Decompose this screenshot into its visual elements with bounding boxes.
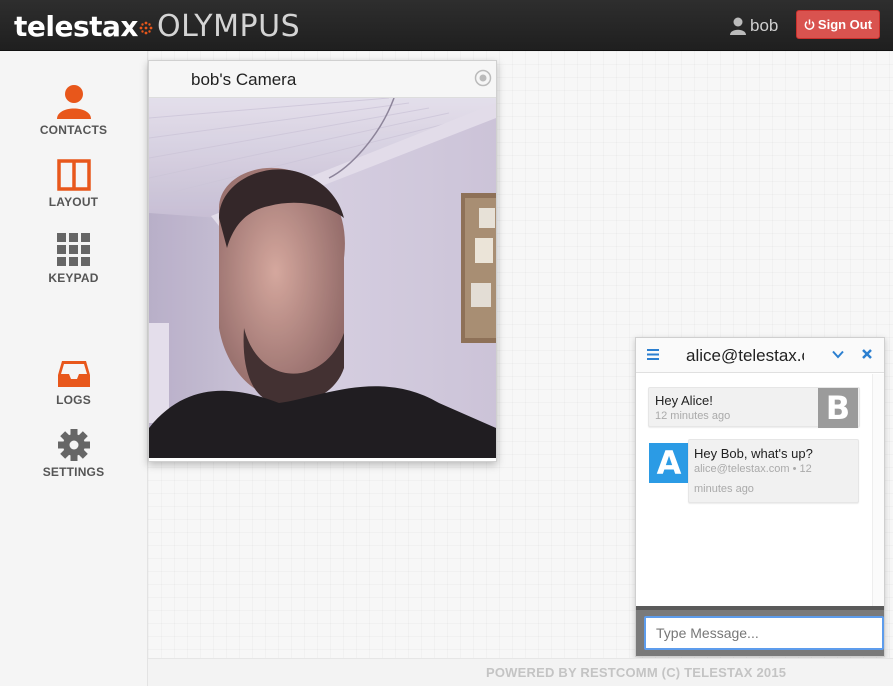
message-timestamp: minutes ago xyxy=(694,483,754,495)
avatar: A xyxy=(649,443,689,483)
inbox-icon xyxy=(57,361,90,387)
telestax-mark-icon xyxy=(139,21,153,35)
chat-scrollbar[interactable] xyxy=(872,374,884,606)
avatar: B xyxy=(818,388,858,428)
sidebar-item-layout[interactable]: LAYOUT xyxy=(0,151,147,209)
power-icon xyxy=(804,19,815,30)
sidebar-item-label: LOGS xyxy=(56,393,91,407)
telestax-olympus-logo[interactable]: telestax OLYMPUS xyxy=(14,8,301,44)
footer-text: POWERED BY RESTCOMM (C) TELESTAX 2015 xyxy=(486,665,787,680)
sidebar-item-logs[interactable]: LOGS xyxy=(0,349,147,407)
camera-window-header[interactable]: bob's Camera xyxy=(149,61,496,98)
chat-header[interactable]: alice@telestax.c xyxy=(636,338,884,373)
gear-icon xyxy=(57,429,90,461)
sidebar-item-keypad[interactable]: KEYPAD xyxy=(0,227,147,285)
chat-input-area xyxy=(636,606,884,656)
chevron-down-icon[interactable] xyxy=(832,350,844,359)
message-text: Hey Bob, what's up? xyxy=(694,446,813,461)
username: bob xyxy=(750,16,779,35)
sidebar-item-contacts[interactable]: CONTACTS xyxy=(0,79,147,137)
sidebar-item-label: SETTINGS xyxy=(42,465,105,479)
message-text: Hey Alice! xyxy=(655,393,713,408)
close-circle-icon[interactable] xyxy=(474,69,492,87)
sidebar-item-label: CONTACTS xyxy=(39,123,108,137)
user-icon xyxy=(730,17,746,35)
keypad-icon xyxy=(56,233,90,266)
close-icon[interactable] xyxy=(861,348,873,360)
camera-window-title: bob's Camera xyxy=(191,70,297,89)
sign-out-label: Sign Out xyxy=(817,17,873,32)
sidebar: CONTACTS LAYOUT KEYPAD LOGS SETTINGS xyxy=(0,51,148,686)
brand-olympus: OLYMPUS xyxy=(156,8,301,44)
sign-out-button[interactable]: Sign Out xyxy=(796,10,880,39)
user-menu[interactable]: bob xyxy=(730,14,778,38)
sidebar-item-label: KEYPAD xyxy=(48,271,99,285)
footer: POWERED BY RESTCOMM (C) TELESTAX 2015 xyxy=(148,658,893,686)
video-frame xyxy=(149,98,496,458)
chat-window[interactable]: alice@telestax.c Hey Alice! 12 minutes a… xyxy=(635,337,885,657)
chat-title: alice@telestax.c xyxy=(686,346,804,365)
sidebar-item-settings[interactable]: SETTINGS xyxy=(0,421,147,479)
message-timestamp: 12 minutes ago xyxy=(655,410,731,422)
brand-telestax: telestax xyxy=(14,9,138,43)
person-icon xyxy=(56,85,91,119)
menu-icon[interactable] xyxy=(647,349,659,360)
camera-window[interactable]: bob's Camera xyxy=(148,60,497,462)
top-bar: telestax OLYMPUS bob Sign Out xyxy=(0,0,893,51)
camera-video-feed xyxy=(149,98,496,458)
sidebar-item-label: LAYOUT xyxy=(48,195,99,209)
layout-icon xyxy=(56,159,91,191)
message-meta: alice@telestax.com • 12 xyxy=(694,463,812,475)
message-input[interactable] xyxy=(644,616,884,650)
chat-message-incoming: Hey Bob, what's up? alice@telestax.com •… xyxy=(688,439,859,503)
chat-messages: Hey Alice! 12 minutes ago B A Hey Bob, w… xyxy=(636,374,872,606)
